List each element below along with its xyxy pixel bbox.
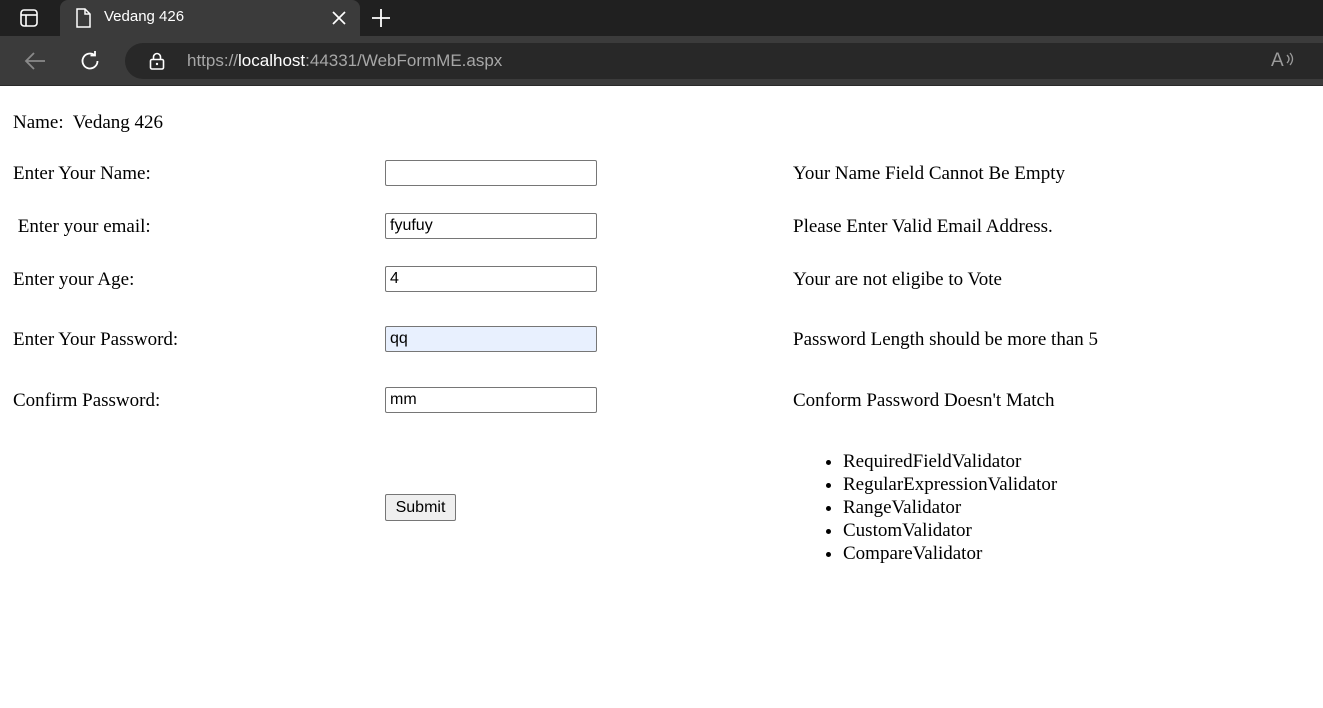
age-input[interactable]: [385, 266, 597, 292]
age-error: Your are not eligibe to Vote: [793, 269, 1002, 290]
confirm-password-error: Conform Password Doesn't Match: [793, 390, 1055, 411]
name-error: Your Name Field Cannot Be Empty: [793, 163, 1065, 184]
name-heading: Name: Vedang 426: [13, 112, 164, 133]
url-scheme: https://: [187, 51, 239, 70]
read-aloud-label: A: [1271, 50, 1284, 71]
read-aloud-icon[interactable]: A: [1271, 50, 1297, 72]
password-input[interactable]: [385, 326, 597, 352]
email-error: Please Enter Valid Email Address.: [793, 216, 1053, 237]
active-tab[interactable]: Vedang 426: [60, 0, 360, 36]
list-item: RangeValidator: [843, 496, 1057, 519]
email-input[interactable]: [385, 213, 597, 239]
url-host: localhost: [238, 51, 306, 70]
email-label: Enter your email:: [13, 216, 151, 237]
list-item: RequiredFieldValidator: [843, 450, 1057, 473]
browser-tab-bar: Vedang 426: [0, 0, 1323, 36]
web-page: Name: Vedang 426 Enter Your Name: Your N…: [0, 86, 1323, 708]
name-label: Enter Your Name:: [13, 163, 151, 184]
page-icon: [76, 8, 91, 28]
list-item: RegularExpressionValidator: [843, 473, 1057, 496]
url-path: :44331/WebFormME.aspx: [305, 51, 503, 70]
name-input[interactable]: [385, 160, 597, 186]
validation-summary-list: RequiredFieldValidator RegularExpression…: [803, 450, 1057, 565]
tab-title: Vedang 426: [104, 8, 185, 25]
tab-actions-icon[interactable]: [18, 7, 40, 29]
browser-toolbar: https://localhost:44331/WebFormME.aspx A: [0, 36, 1323, 86]
password-error: Password Length should be more than 5: [793, 329, 1099, 350]
address-bar[interactable]: https://localhost:44331/WebFormME.aspx A: [125, 43, 1323, 79]
age-label: Enter your Age:: [13, 269, 135, 290]
list-item: CompareValidator: [843, 542, 1057, 565]
confirm-password-label: Confirm Password:: [13, 390, 161, 411]
password-label: Enter Your Password:: [13, 329, 179, 350]
submit-button[interactable]: Submit: [385, 494, 456, 521]
url-text[interactable]: https://localhost:44331/WebFormME.aspx: [187, 51, 502, 71]
lock-icon[interactable]: [149, 52, 165, 70]
confirm-password-input[interactable]: [385, 387, 597, 413]
new-tab-plus-icon[interactable]: [369, 6, 393, 30]
back-arrow-icon[interactable]: [22, 49, 48, 73]
close-icon[interactable]: [330, 9, 348, 27]
list-item: CustomValidator: [843, 519, 1057, 542]
refresh-icon[interactable]: [78, 49, 102, 73]
